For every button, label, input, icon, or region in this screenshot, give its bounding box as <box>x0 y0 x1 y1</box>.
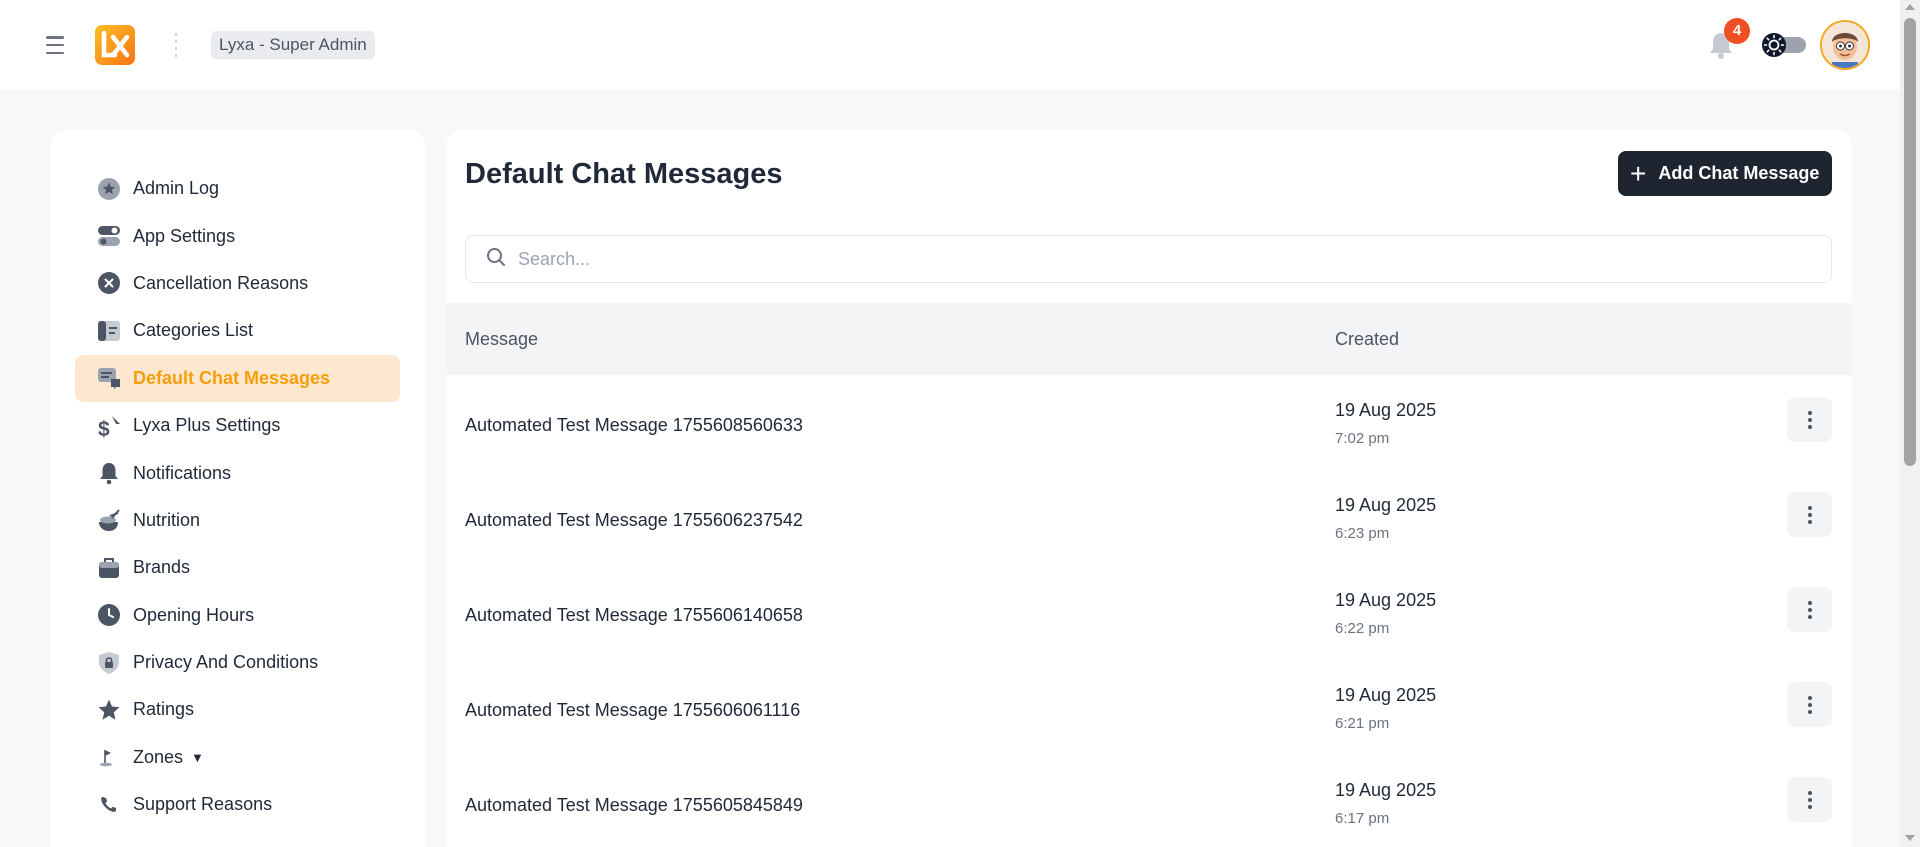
dollar-icon: $ <box>96 413 122 439</box>
settings-sidebar: Admin Log App Settings Cancellation Reas… <box>50 130 425 847</box>
row-actions-menu-icon[interactable] <box>1787 492 1832 537</box>
sidebar-item-zones[interactable]: Zones ▼ <box>75 734 400 781</box>
column-header-created: Created <box>1335 328 1400 349</box>
sidebar-item-label: Cancellation Reasons <box>133 272 309 293</box>
svg-text:$: $ <box>98 418 110 438</box>
created-time: 7:02 pm <box>1335 430 1390 447</box>
sidebar-item-support-reasons[interactable]: Support Reasons <box>75 781 400 828</box>
sun-icon <box>1762 33 1786 57</box>
sidebar-item-ratings[interactable]: Ratings <box>75 686 400 733</box>
lock-shield-icon <box>96 650 122 676</box>
created-date: 19 Aug 2025 <box>1335 685 1437 705</box>
scroll-down-arrow-icon[interactable] <box>1905 835 1915 841</box>
toggles-icon <box>96 223 122 249</box>
briefcase-icon <box>96 555 122 581</box>
row-actions-menu-icon[interactable] <box>1787 587 1832 632</box>
top-header: Lyxa - Super Admin 4 <box>0 0 1900 90</box>
sidebar-item-label: Support Reasons <box>133 794 273 815</box>
table-row: Automated Test Message 1755606140658 19 … <box>446 565 1852 660</box>
created-date: 19 Aug 2025 <box>1335 495 1437 515</box>
table-row: Automated Test Message 1755608560633 19 … <box>446 375 1852 470</box>
created-time: 6:23 pm <box>1335 525 1390 542</box>
food-icon <box>96 507 122 533</box>
user-avatar[interactable] <box>1820 20 1870 70</box>
sidebar-item-label: App Settings <box>133 225 236 246</box>
sidebar-item-default-chat-messages[interactable]: Default Chat Messages <box>75 354 400 402</box>
scroll-thumb[interactable] <box>1904 18 1916 466</box>
sidebar-item-label: Nutrition <box>133 509 201 530</box>
sidebar-item-privacy-and-conditions[interactable]: Privacy And Conditions <box>75 639 400 686</box>
notification-count-badge: 4 <box>1724 18 1750 44</box>
sidebar-item-opening-hours[interactable]: Opening Hours <box>75 592 400 639</box>
plus-icon: + <box>1630 157 1647 189</box>
star-badge-icon <box>96 176 122 202</box>
table-row: Automated Test Message 1755605845849 19 … <box>446 755 1852 847</box>
created-date: 19 Aug 2025 <box>1335 780 1437 800</box>
created-date: 19 Aug 2025 <box>1335 590 1437 610</box>
lyxa-logo[interactable] <box>95 25 135 65</box>
created-time: 6:21 pm <box>1335 715 1390 732</box>
row-actions-menu-icon[interactable] <box>1787 397 1832 442</box>
x-circle-icon <box>96 270 122 296</box>
table-body: Automated Test Message 1755608560633 19 … <box>446 375 1852 847</box>
sidebar-item-notifications[interactable]: Notifications <box>75 449 400 496</box>
phone-icon <box>96 792 122 818</box>
sidebar-item-label: Categories List <box>133 320 254 341</box>
clock-icon <box>96 602 122 628</box>
sidebar-item-nutrition[interactable]: Nutrition <box>75 497 400 544</box>
row-actions-menu-icon[interactable] <box>1787 777 1832 822</box>
search-icon <box>486 247 506 272</box>
caret-down-icon: ▼ <box>191 749 204 765</box>
star-icon <box>96 697 122 723</box>
theme-toggle[interactable] <box>1762 33 1806 57</box>
created-time: 6:22 pm <box>1335 620 1390 637</box>
sidebar-item-lyxa-plus-settings[interactable]: $ Lyxa Plus Settings <box>75 402 400 449</box>
sidebar-item-label: Brands <box>133 557 191 578</box>
table-row: Automated Test Message 1755606237542 19 … <box>446 470 1852 565</box>
sidebar-item-admin-log[interactable]: Admin Log <box>75 165 400 212</box>
add-chat-message-label: Add Chat Message <box>1658 163 1820 183</box>
table-header: Message Created <box>446 303 1852 375</box>
tenant-badge: Lyxa - Super Admin <box>211 31 375 59</box>
sidebar-item-label: Opening Hours <box>133 604 255 625</box>
search-input[interactable] <box>518 248 1718 270</box>
sidebar-item-cancellation-reasons[interactable]: Cancellation Reasons <box>75 260 400 307</box>
message-cell: Automated Test Message 1755605845849 <box>465 795 803 815</box>
divider-dots <box>175 33 178 57</box>
scroll-up-arrow-icon[interactable] <box>1905 4 1915 10</box>
message-cell: Automated Test Message 1755606061116 <box>465 700 801 720</box>
page-scrollbar[interactable] <box>1900 0 1920 847</box>
sidebar-item-label: Zones <box>133 746 184 767</box>
sidebar-item-label: Notifications <box>133 462 232 483</box>
table-row: Automated Test Message 1755606061116 19 … <box>446 660 1852 755</box>
add-chat-message-button[interactable]: + Add Chat Message <box>1618 151 1832 196</box>
sidebar-item-brands[interactable]: Brands <box>75 544 400 591</box>
created-time: 6:17 pm <box>1335 810 1390 827</box>
sidebar-item-label: Admin Log <box>133 178 220 199</box>
flag-icon <box>96 744 122 770</box>
list-card-icon <box>96 318 122 344</box>
sidebar-item-categories-list[interactable]: Categories List <box>75 307 400 354</box>
main-panel: Default Chat Messages + Add Chat Message… <box>446 130 1852 847</box>
sidebar-item-label: Lyxa Plus Settings <box>133 415 281 436</box>
bell-icon <box>96 460 122 486</box>
sidebar-item-label: Privacy And Conditions <box>133 652 319 673</box>
search-box <box>465 235 1832 283</box>
sidebar-item-app-settings[interactable]: App Settings <box>75 212 400 259</box>
sidebar-nav: Admin Log App Settings Cancellation Reas… <box>75 165 400 828</box>
chat-icon <box>96 365 122 391</box>
row-actions-menu-icon[interactable] <box>1787 682 1832 727</box>
created-date: 19 Aug 2025 <box>1335 400 1437 420</box>
sidebar-item-label: Default Chat Messages <box>133 367 331 388</box>
message-cell: Automated Test Message 1755606140658 <box>465 605 803 625</box>
menu-icon[interactable] <box>46 36 64 54</box>
page-title: Default Chat Messages <box>465 158 783 190</box>
sidebar-item-label: Ratings <box>133 699 195 720</box>
message-cell: Automated Test Message 1755608560633 <box>465 415 803 435</box>
column-header-message: Message <box>465 328 539 349</box>
message-cell: Automated Test Message 1755606237542 <box>465 510 803 530</box>
